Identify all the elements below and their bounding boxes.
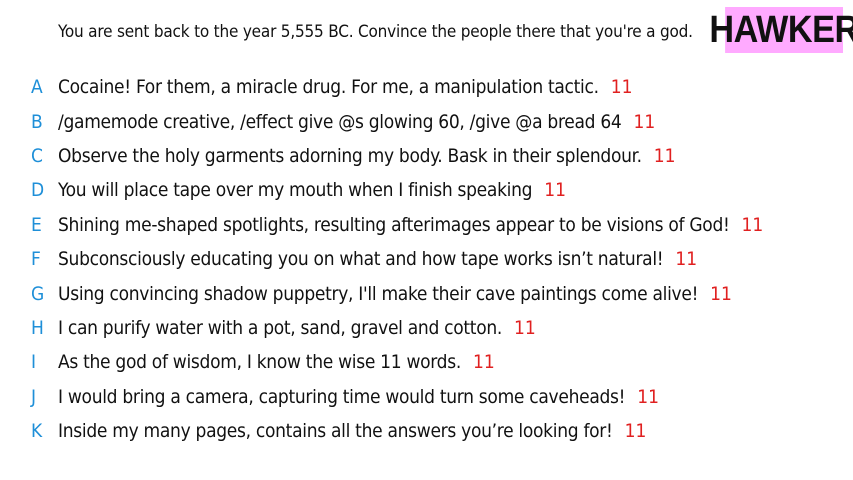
answer-score: 11 xyxy=(610,76,633,99)
answer-text: Using convincing shadow puppetry, I'll m… xyxy=(58,282,699,305)
answer-letter: F xyxy=(31,248,41,271)
answer-letter: C xyxy=(31,144,43,167)
answer-score: 11 xyxy=(472,351,495,374)
answer-letter: J xyxy=(31,385,37,408)
answer-text: You will place tape over my mouth when I… xyxy=(58,179,533,202)
answer-item: A Cocaine! For them, a miracle drug. For… xyxy=(0,70,763,104)
hawker-logo: HAWKER xyxy=(709,7,853,53)
answer-score: 11 xyxy=(514,316,536,339)
answer-score: 11 xyxy=(633,110,656,133)
answer-text: Shining me-shaped spotlights, resulting … xyxy=(58,213,730,236)
answer-letter: I xyxy=(31,351,37,374)
answer-letter: E xyxy=(31,213,42,236)
answer-text: Observe the holy garments adorning my bo… xyxy=(58,144,642,167)
answer-letter: B xyxy=(31,110,43,133)
answer-letter: H xyxy=(31,316,44,339)
answer-score: 11 xyxy=(637,385,659,408)
prompt-text: You are sent back to the year 5,555 BC. … xyxy=(58,22,693,42)
answer-score: 11 xyxy=(710,282,732,305)
answer-score: 11 xyxy=(653,144,676,167)
answer-item: B /gamemode creative, /effect give @s gl… xyxy=(0,104,763,138)
answer-text: As the god of wisdom, I know the wise 11… xyxy=(58,351,461,374)
answer-score: 11 xyxy=(741,213,764,236)
answer-letter: K xyxy=(31,420,43,443)
answer-letter: D xyxy=(31,179,45,202)
answer-item: G Using convincing shadow puppetry, I'll… xyxy=(0,276,763,310)
answer-item: C Observe the holy garments adorning my … xyxy=(0,139,763,173)
answer-text: Subconsciously educating you on what and… xyxy=(58,248,664,271)
answer-item: D You will place tape over my mouth when… xyxy=(0,173,763,207)
answer-text: Cocaine! For them, a miracle drug. For m… xyxy=(58,76,599,99)
answer-score: 11 xyxy=(544,179,566,202)
answer-item: I As the god of wisdom, I know the wise … xyxy=(0,345,763,379)
answer-text: Inside my many pages, contains all the a… xyxy=(58,420,613,443)
answer-item: K Inside my many pages, contains all the… xyxy=(0,414,763,448)
answer-text: I would bring a camera, capturing time w… xyxy=(58,385,626,408)
answer-item: E Shining me-shaped spotlights, resultin… xyxy=(0,208,763,242)
answer-letter: A xyxy=(31,76,43,99)
answer-item: F Subconsciously educating you on what a… xyxy=(0,242,763,276)
answer-item: J I would bring a camera, capturing time… xyxy=(0,380,763,414)
answer-score: 11 xyxy=(624,420,647,443)
answer-text: /gamemode creative, /effect give @s glow… xyxy=(58,110,622,133)
answer-item: H I can purify water with a pot, sand, g… xyxy=(0,311,763,345)
answer-list: A Cocaine! For them, a miracle drug. For… xyxy=(0,70,763,448)
answer-text: I can purify water with a pot, sand, gra… xyxy=(58,316,503,339)
answer-score: 11 xyxy=(675,248,698,271)
answer-letter: G xyxy=(31,282,45,305)
